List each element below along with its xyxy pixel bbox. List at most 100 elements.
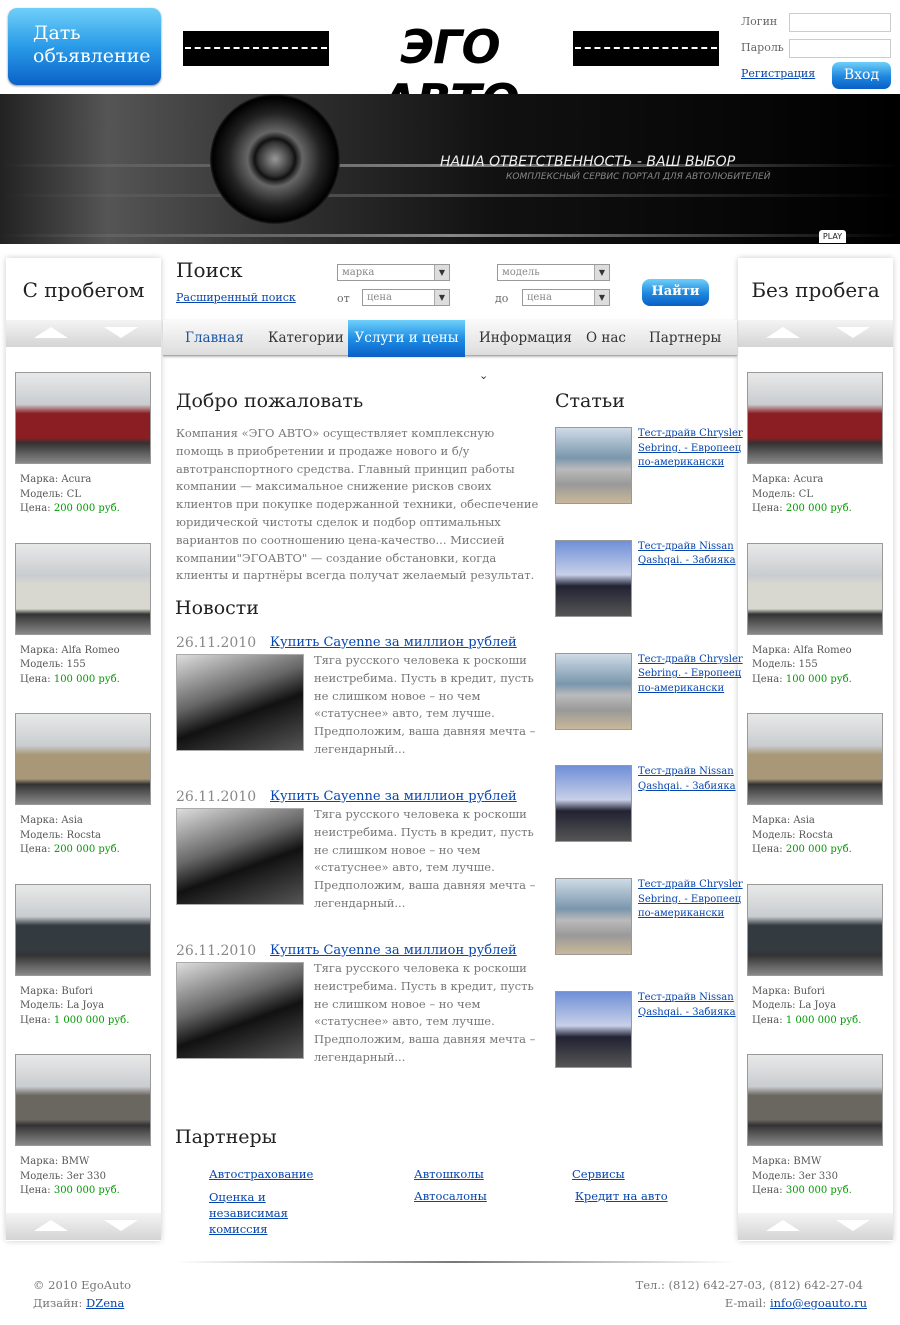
car-photo[interactable] — [15, 372, 151, 464]
register-link[interactable]: Регистрация — [741, 67, 815, 80]
email-link[interactable]: info@egoauto.ru — [770, 1296, 867, 1310]
article-photo[interactable] — [555, 878, 632, 956]
arrow-up-icon[interactable] — [766, 327, 800, 338]
news-photo[interactable] — [176, 654, 304, 751]
car-listing[interactable]: Марка: Asia Модель: Rocsta Цена: 200 000 р… — [747, 713, 883, 858]
nav-label: О нас — [586, 330, 626, 346]
arrow-down-icon[interactable] — [104, 1220, 138, 1231]
car-price-label: Цена: — [752, 1185, 786, 1196]
car-listing[interactable]: Марка: Alfa Romeo Модель: 155 Цена: 100 00… — [747, 542, 883, 688]
advanced-search-link[interactable]: Расширенный поиск — [176, 291, 296, 304]
make-select[interactable]: марка ▼ — [337, 264, 450, 281]
login-label: Логин — [741, 15, 778, 28]
article-photo[interactable] — [555, 539, 632, 617]
news-title-link[interactable]: Купить Cayenne за миллион рублей — [270, 635, 517, 650]
wheel-image — [210, 94, 340, 224]
car-listing[interactable]: Марка: BMW Модель: 3er 330 Цена: 300 000 р… — [15, 1054, 151, 1199]
car-photo[interactable] — [747, 1054, 883, 1146]
nav-item[interactable]: Категории ⌄ — [268, 320, 360, 356]
article-photo[interactable] — [555, 765, 632, 843]
nav-label: Услуги и цены — [354, 330, 459, 346]
article-link[interactable]: Тест-драйв Nissan Qashqai. - Забияка — [638, 991, 738, 1020]
partner-link[interactable]: Оценка и независимая комиссия — [209, 1189, 344, 1237]
arrow-up-icon[interactable] — [34, 327, 68, 338]
article-link-line: по-американски — [638, 457, 725, 468]
car-listing[interactable]: Марка: Bufori Модель: La Joya Цена: 1 000 … — [747, 883, 883, 1029]
article-link[interactable]: Тест-драйв Nissan Qashqai. - Забияка — [638, 540, 738, 569]
partner-link[interactable]: Сервисы — [572, 1167, 625, 1181]
article-photo[interactable] — [555, 427, 632, 504]
car-listing[interactable]: Марка: BMW Модель: 3er 330 Цена: 300 000 р… — [747, 1054, 883, 1199]
model-select[interactable]: модель ▼ — [497, 264, 610, 281]
car-make: Марка: Bufori — [20, 985, 93, 997]
welcome-title: Добро пожаловать — [176, 390, 364, 412]
play-button[interactable]: PLAY — [819, 230, 846, 243]
car-photo[interactable] — [747, 372, 883, 464]
email-label: E-mail: — [724, 1296, 770, 1310]
car-make: Марка: Acura — [752, 474, 824, 485]
design-link[interactable]: DZena — [86, 1296, 124, 1310]
article-link-line: Sebring. - Европеец — [638, 668, 742, 680]
partner-link[interactable]: Кредит на авто — [575, 1189, 668, 1203]
price-to-select[interactable]: цена ▼ — [522, 289, 610, 306]
news-item: 26.11.2010 Купить Cayenne за миллион рубл… — [176, 943, 536, 1064]
nav-item[interactable]: О нас — [586, 320, 626, 356]
arrow-up-icon[interactable] — [34, 1220, 68, 1231]
article-link-line: Тест-драйв Chrysler — [638, 879, 743, 891]
article-photo[interactable] — [555, 991, 632, 1068]
partner-link[interactable]: Автосалоны — [414, 1189, 487, 1203]
article-link-line: Тест-драйв Nissan — [638, 992, 734, 1003]
car-photo[interactable] — [15, 1054, 151, 1146]
news-photo[interactable] — [176, 808, 304, 905]
nav-item[interactable]: Партнеры — [649, 320, 721, 356]
arrow-down-icon[interactable] — [836, 1220, 870, 1231]
car-make: Марка: Acura — [20, 474, 92, 485]
car-photo[interactable] — [747, 883, 883, 976]
arrow-down-icon[interactable] — [836, 327, 870, 338]
article-photo[interactable] — [555, 652, 632, 730]
find-button[interactable]: Найти — [642, 279, 709, 306]
arrow-down-icon[interactable] — [104, 327, 138, 338]
nav-item[interactable]: Услуги и цены — [348, 320, 465, 357]
scroll-controls-bottom — [738, 1213, 893, 1240]
article-link[interactable]: Тест-драйв Chrysler Sebring. - Европеец по… — [638, 878, 743, 922]
car-photo[interactable] — [747, 713, 883, 805]
design-label: Дизайн: — [33, 1296, 87, 1310]
logo-bar-right — [573, 31, 719, 66]
post-ad-button[interactable]: Дать объявление — [8, 8, 161, 85]
car-photo[interactable] — [15, 883, 151, 976]
news-title-link[interactable]: Купить Cayenne за миллион рублей — [270, 943, 517, 958]
car-price-label: Цена: — [20, 1185, 54, 1196]
article-link[interactable]: Тест-драйв Chrysler Sebring. - Европеец по… — [638, 653, 743, 697]
car-listing[interactable]: Марка: Asia Модель: Rocsta Цена: 200 000 р… — [15, 713, 151, 858]
footer-divider — [175, 1261, 735, 1263]
partner-link[interactable]: Автострахование — [209, 1167, 313, 1181]
car-photo[interactable] — [747, 542, 883, 635]
car-listing[interactable]: Марка: Alfa Romeo Модель: 155 Цена: 100 00… — [15, 542, 151, 688]
banner: НАША ОТВЕТСТВЕННОСТЬ - ВАШ ВЫБОР КОМПЛЕК… — [0, 94, 900, 244]
login-input[interactable] — [789, 13, 891, 32]
article-link[interactable]: Тест-драйв Nissan Qashqai. - Забияка — [638, 765, 738, 794]
price-from-select[interactable]: цена ▼ — [362, 289, 450, 306]
car-listing[interactable]: Марка: Bufori Модель: La Joya Цена: 1 000 … — [15, 883, 151, 1029]
news-title-link[interactable]: Купить Cayenne за миллион рублей — [270, 789, 517, 804]
chevron-down-icon: ▼ — [434, 265, 449, 280]
article-link[interactable]: Тест-драйв Chrysler Sebring. - Европеец по… — [638, 427, 743, 471]
news-photo[interactable] — [176, 962, 304, 1059]
news-text: Тяга русского человека к роскоши неистре… — [314, 653, 536, 756]
car-listing[interactable]: Марка: Acura Модель: CL Цена: 200 000 руб. — [15, 372, 151, 517]
login-button[interactable]: Вход — [832, 62, 891, 89]
partner-link[interactable]: Автошколы — [414, 1167, 484, 1181]
arrow-up-icon[interactable] — [766, 1220, 800, 1231]
password-input[interactable] — [789, 39, 891, 58]
nav-item[interactable]: Главная — [185, 320, 245, 356]
car-photo[interactable] — [15, 713, 151, 805]
car-photo[interactable] — [15, 542, 151, 635]
nav-item[interactable]: Информация ⌄ — [479, 320, 581, 382]
price-from-label: от — [337, 292, 350, 305]
car-make: Марка: Asia — [752, 815, 815, 826]
welcome-text: Компания «ЭГО АВТО» осуществляет комплек… — [176, 426, 539, 583]
car-model: Модель: Rocsta — [752, 829, 833, 841]
nav-label: Информация — [479, 330, 572, 346]
car-listing[interactable]: Марка: Acura Модель: CL Цена: 200 000 руб. — [747, 372, 883, 517]
